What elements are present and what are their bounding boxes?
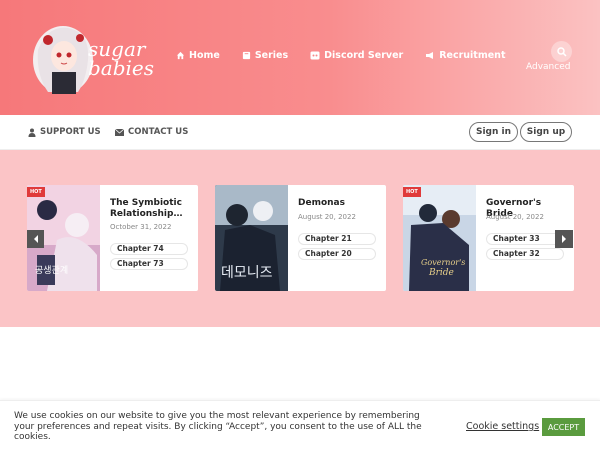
advanced-search-link[interactable]: Advanced — [526, 62, 570, 72]
contact-us-link[interactable]: CONTACT US — [115, 127, 188, 137]
series-card[interactable]: Governor's Bride HOT Governor's Bride Au… — [403, 185, 574, 291]
contact-us-label: CONTACT US — [128, 127, 189, 137]
sign-up-button[interactable]: Sign up — [520, 122, 572, 142]
series-date: August 20, 2022 — [486, 213, 544, 221]
discord-icon — [310, 51, 320, 60]
site-logo[interactable]: sugar babies — [28, 20, 168, 100]
cover-image: Governor's Bride — [403, 185, 476, 291]
person-icon — [28, 128, 36, 137]
series-date: October 31, 2022 — [110, 223, 172, 231]
support-us-link[interactable]: SUPPORT US — [28, 127, 101, 137]
cookie-message: We use cookies on our website to give yo… — [14, 411, 422, 442]
search-button[interactable] — [551, 41, 572, 62]
slider-next-button[interactable] — [555, 230, 573, 248]
site-header: sugar babies Home Series Discord Server … — [0, 0, 600, 115]
svg-text:데모니즈: 데모니즈 — [221, 265, 273, 281]
slider-prev-button[interactable] — [27, 230, 44, 248]
nav-series[interactable]: Series — [242, 50, 288, 61]
chapter-link[interactable]: Chapter 73 — [110, 258, 188, 270]
search-icon — [556, 46, 567, 57]
series-title[interactable]: The Symbiotic Relationship… — [110, 198, 190, 220]
nav-discord[interactable]: Discord Server — [310, 50, 403, 61]
chapter-link[interactable]: Chapter 21 — [298, 233, 376, 245]
envelope-icon — [115, 128, 124, 136]
cookie-accept-button[interactable]: ACCEPT — [542, 418, 585, 436]
book-icon — [242, 51, 250, 60]
featured-slider: 공생관계 HOT The Symbiotic Relationship… Oct… — [0, 150, 600, 327]
nav-series-label: Series — [254, 50, 289, 61]
chapter-link[interactable]: Chapter 20 — [298, 248, 376, 260]
series-date: August 20, 2022 — [298, 213, 356, 221]
chevron-right-icon — [562, 235, 566, 243]
nav-discord-label: Discord Server — [324, 50, 404, 61]
series-card[interactable]: 공생관계 HOT The Symbiotic Relationship… Oct… — [27, 185, 198, 291]
main-nav: Home Series Discord Server Recruitment — [176, 50, 528, 61]
svg-text:공생관계: 공생관계 — [35, 264, 68, 276]
series-title[interactable]: Demonas — [298, 198, 378, 209]
hot-badge: HOT — [27, 187, 45, 197]
nav-recruitment-label: Recruitment — [439, 50, 506, 61]
series-card[interactable]: 데모니즈 Demonas August 20, 2022 Chapter 21 … — [215, 185, 386, 291]
megaphone-icon — [426, 52, 434, 59]
cookie-settings-link[interactable]: Cookie settings — [466, 421, 539, 432]
sub-navigation: SUPPORT US CONTACT US Sign in Sign up — [0, 115, 600, 150]
home-icon — [176, 51, 185, 60]
logo-text: sugar babies — [88, 37, 155, 80]
support-us-label: SUPPORT US — [40, 127, 101, 137]
cookie-consent-bar: We use cookies on our website to give yo… — [0, 400, 600, 450]
series-cover[interactable]: Governor's Bride HOT — [403, 185, 476, 291]
chapter-link[interactable]: Chapter 74 — [110, 243, 188, 255]
chapter-link[interactable]: Chapter 33 — [486, 233, 564, 245]
nav-home-label: Home — [189, 50, 220, 61]
svg-text:Bride: Bride — [428, 268, 454, 278]
cover-image: 데모니즈 — [215, 185, 288, 291]
sign-in-button[interactable]: Sign in — [469, 122, 518, 142]
nav-recruitment[interactable]: Recruitment — [425, 50, 506, 61]
svg-text:Governor's: Governor's — [421, 258, 465, 267]
chevron-left-icon — [33, 235, 38, 243]
hot-badge: HOT — [403, 187, 421, 197]
chapter-link[interactable]: Chapter 32 — [486, 248, 564, 260]
nav-home[interactable]: Home — [176, 50, 220, 61]
series-cover[interactable]: 데모니즈 — [215, 185, 288, 291]
